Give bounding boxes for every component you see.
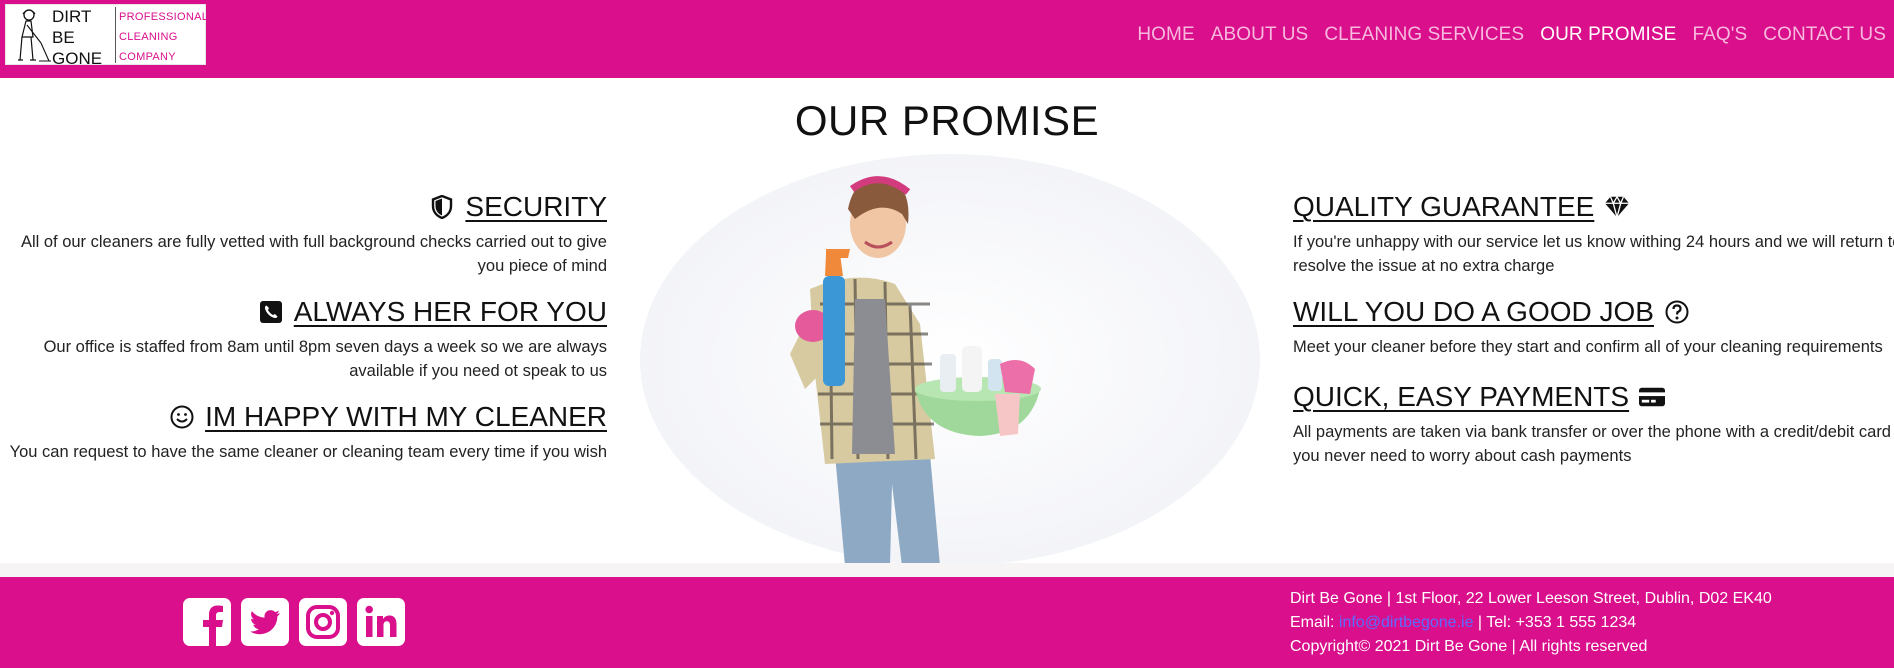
promise-text: If you're unhappy with our service let u… xyxy=(1293,233,1894,275)
footer-email-phone: Email: info@dirtbegone.ie | Tel: +353 1 … xyxy=(1290,611,1772,635)
promise-title: QUICK, EASY PAYMENTS xyxy=(1293,381,1630,412)
promise-title: QUALITY GUARANTEE xyxy=(1293,191,1595,222)
credit-card-icon xyxy=(1639,384,1666,410)
footer-copyright: Copyright© 2021 Dirt Be Gone | All right… xyxy=(1290,638,1648,655)
site-header: DIRT BE GONE PROFESSIONAL CLEANING COMPA… xyxy=(0,0,1894,78)
nav-our-promise[interactable]: OUR PROMISE xyxy=(1540,24,1676,46)
phone-text: | Tel: +353 1 555 1234 xyxy=(1473,614,1637,631)
promise-security: SECURITY All of our cleaners are fully v… xyxy=(0,190,607,278)
cleaner-woman-image xyxy=(640,154,1260,566)
page-title: OUR PROMISE xyxy=(794,97,1100,144)
smile-icon xyxy=(169,404,195,430)
facebook-icon[interactable] xyxy=(183,598,231,646)
promise-text: Our office is staffed from 8am until 8pm… xyxy=(43,338,607,380)
question-icon xyxy=(1664,299,1690,325)
diamond-icon xyxy=(1604,194,1630,220)
instagram-icon[interactable] xyxy=(299,598,347,646)
promise-heading: IM HAPPY WITH MY CLEANER xyxy=(0,400,607,434)
promise-title: IM HAPPY WITH MY CLEANER xyxy=(205,401,607,432)
promise-text: All of our cleaners are fully vetted wit… xyxy=(20,233,607,275)
nav-home[interactable]: HOME xyxy=(1137,24,1194,46)
site-footer: Dirt Be Gone | 1st Floor, 22 Lower Leeso… xyxy=(0,577,1894,668)
phone-icon xyxy=(258,299,284,325)
promise-heading: ALWAYS HER FOR YOU xyxy=(0,295,607,329)
cleaner-figure-icon xyxy=(18,9,51,62)
promise-heading: QUALITY GUARANTEE xyxy=(1293,190,1894,224)
footer-divider xyxy=(0,563,1894,577)
social-links xyxy=(183,598,405,646)
logo-name-line: GONE xyxy=(52,49,103,68)
logo-tagline-line: CLEANING xyxy=(119,31,178,43)
nav-faqs[interactable]: FAQ'S xyxy=(1692,24,1747,46)
main-nav: HOME ABOUT US CLEANING SERVICES OUR PROM… xyxy=(1137,0,1886,70)
promise-always-here: ALWAYS HER FOR YOU Our office is staffed… xyxy=(0,295,607,383)
promise-text: You can request to have the same cleaner… xyxy=(9,443,607,461)
promise-title: ALWAYS HER FOR YOU xyxy=(293,296,607,327)
promise-heading: WILL YOU DO A GOOD JOB xyxy=(1293,295,1894,329)
promise-heading: SECURITY xyxy=(0,190,607,224)
promise-text: All payments are taken via bank transfer… xyxy=(1293,423,1894,465)
email-link[interactable]: info@dirtbegone.ie xyxy=(1339,614,1474,631)
logo-name: DIRT BE GONE xyxy=(52,6,118,69)
promise-happy-cleaner: IM HAPPY WITH MY CLEANER You can request… xyxy=(0,400,607,464)
promise-good-job: WILL YOU DO A GOOD JOB Meet your cleaner… xyxy=(1293,295,1894,359)
logo-tagline-line: COMPANY xyxy=(119,51,176,63)
promise-text: Meet your cleaner before they start and … xyxy=(1293,338,1883,356)
footer-address: Dirt Be Gone | 1st Floor, 22 Lower Leeso… xyxy=(1290,590,1772,607)
shield-icon xyxy=(429,194,455,220)
promise-quality-guarantee: QUALITY GUARANTEE If you're unhappy with… xyxy=(1293,190,1894,278)
promise-heading: QUICK, EASY PAYMENTS xyxy=(1293,380,1894,414)
logo-tagline-line: PROFESSIONAL xyxy=(119,11,209,23)
twitter-icon[interactable] xyxy=(241,598,289,646)
logo-name-line: DIRT xyxy=(52,7,92,26)
nav-contact-us[interactable]: CONTACT US xyxy=(1763,24,1886,46)
logo-divider xyxy=(115,7,116,63)
nav-about-us[interactable]: ABOUT US xyxy=(1211,24,1309,46)
promise-title: SECURITY xyxy=(465,191,607,222)
promise-title: WILL YOU DO A GOOD JOB xyxy=(1293,296,1654,327)
linkedin-icon[interactable] xyxy=(357,598,405,646)
logo-tagline: PROFESSIONAL CLEANING COMPANY xyxy=(119,7,209,67)
site-logo[interactable]: DIRT BE GONE PROFESSIONAL CLEANING COMPA… xyxy=(5,4,209,68)
nav-cleaning-services[interactable]: CLEANING SERVICES xyxy=(1324,24,1524,46)
footer-contact-info: Dirt Be Gone | 1st Floor, 22 Lower Leeso… xyxy=(1290,587,1772,659)
promise-easy-payments: QUICK, EASY PAYMENTS All payments are ta… xyxy=(1293,380,1894,468)
logo-name-line: BE xyxy=(52,28,75,47)
email-label: Email: xyxy=(1290,614,1339,631)
